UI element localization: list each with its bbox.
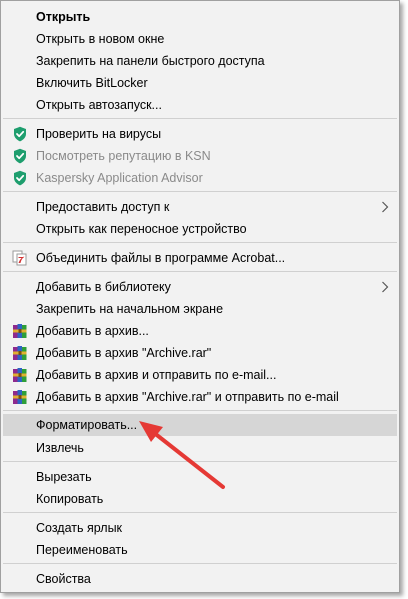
menu-item-label: Kaspersky Application Advisor <box>36 171 203 185</box>
menu-separator <box>3 191 397 192</box>
menu-separator <box>3 118 397 119</box>
menu-item-label: Вырезать <box>36 470 92 484</box>
menu-separator <box>3 271 397 272</box>
menu-item-label: Открыть в новом окне <box>36 32 165 46</box>
menu-item-label: Открыть автозапуск... <box>36 98 162 112</box>
kaspersky-shield-icon <box>14 170 26 186</box>
menu-item-label: Создать ярлык <box>36 521 123 535</box>
menu-item-open-new-window[interactable]: Открыть в новом окне <box>3 28 397 50</box>
winrar-books-icon <box>13 324 27 338</box>
menu-item-label: Закрепить на начальном экране <box>36 302 224 316</box>
winrar-books-icon <box>13 346 27 360</box>
kaspersky-shield-icon <box>14 126 26 142</box>
menu-item-label: Свойства <box>36 572 91 586</box>
menu-item-format[interactable]: Форматировать... <box>3 414 397 436</box>
menu-item-add-archive-rar-email[interactable]: Добавить в архив "Archive.rar" и отправи… <box>3 386 397 408</box>
menu-item-give-access[interactable]: Предоставить доступ к <box>3 196 397 218</box>
menu-item-open[interactable]: Открыть <box>3 6 397 28</box>
menu-item-label: Посмотреть репутацию в KSN <box>36 149 211 163</box>
menu-item-acrobat-combine[interactable]: Объединить файлы в программе Acrobat... <box>3 247 397 269</box>
menu-item-create-shortcut[interactable]: Создать ярлык <box>3 517 397 539</box>
menu-item-label: Копировать <box>36 492 104 506</box>
menu-item-add-archive-rar[interactable]: Добавить в архив "Archive.rar" <box>3 342 397 364</box>
menu-item-label: Переименовать <box>36 543 128 557</box>
menu-separator <box>3 461 397 462</box>
menu-item-open-autoplay[interactable]: Открыть автозапуск... <box>3 94 397 116</box>
menu-item-enable-bitlocker[interactable]: Включить BitLocker <box>3 72 397 94</box>
menu-item-label: Открыть <box>36 10 91 24</box>
acrobat-combine-icon <box>12 250 27 266</box>
context-menu: Открыть Открыть в новом окне Закрепить н… <box>0 0 400 593</box>
menu-item-copy[interactable]: Копировать <box>3 488 397 510</box>
menu-item-add-library[interactable]: Добавить в библиотеку <box>3 276 397 298</box>
menu-item-label: Проверить на вирусы <box>36 127 162 141</box>
chevron-right-icon <box>382 201 389 213</box>
menu-separator <box>3 563 397 564</box>
menu-item-label: Добавить в библиотеку <box>36 280 171 294</box>
menu-item-label: Добавить в архив "Archive.rar" <box>36 346 212 360</box>
menu-item-scan-viruses[interactable]: Проверить на вирусы <box>3 123 397 145</box>
menu-item-label: Объединить файлы в программе Acrobat... <box>36 251 286 265</box>
menu-item-properties[interactable]: Свойства <box>3 568 397 590</box>
menu-item-label: Предоставить доступ к <box>36 200 170 214</box>
menu-item-cut[interactable]: Вырезать <box>3 466 397 488</box>
chevron-right-icon <box>382 281 389 293</box>
menu-item-add-archive[interactable]: Добавить в архив... <box>3 320 397 342</box>
menu-item-kaspersky-advisor[interactable]: Kaspersky Application Advisor <box>3 167 397 189</box>
menu-separator <box>3 410 397 411</box>
menu-item-eject[interactable]: Извлечь <box>3 437 397 459</box>
menu-item-label: Добавить в архив... <box>36 324 149 338</box>
menu-item-rename[interactable]: Переименовать <box>3 539 397 561</box>
menu-separator <box>3 242 397 243</box>
menu-item-ksn-reputation[interactable]: Посмотреть репутацию в KSN <box>3 145 397 167</box>
menu-item-pin-start[interactable]: Закрепить на начальном экране <box>3 298 397 320</box>
menu-item-label: Форматировать... <box>36 418 138 432</box>
winrar-books-icon <box>13 368 27 382</box>
menu-item-label: Закрепить на панели быстрого доступа <box>36 54 265 68</box>
kaspersky-shield-icon <box>14 148 26 164</box>
menu-item-label: Добавить в архив "Archive.rar" и отправи… <box>36 390 339 404</box>
winrar-books-icon <box>13 390 27 404</box>
menu-item-label: Извлечь <box>36 441 84 455</box>
menu-item-label: Добавить в архив и отправить по e-mail..… <box>36 368 277 382</box>
menu-item-label: Открыть как переносное устройство <box>36 222 247 236</box>
menu-item-open-portable[interactable]: Открыть как переносное устройство <box>3 218 397 240</box>
menu-item-pin-quick-access[interactable]: Закрепить на панели быстрого доступа <box>3 50 397 72</box>
menu-item-add-archive-email[interactable]: Добавить в архив и отправить по e-mail..… <box>3 364 397 386</box>
menu-separator <box>3 512 397 513</box>
menu-item-label: Включить BitLocker <box>36 76 148 90</box>
